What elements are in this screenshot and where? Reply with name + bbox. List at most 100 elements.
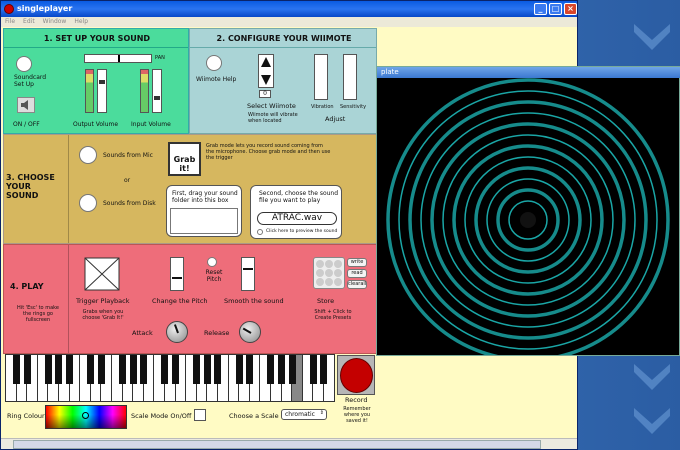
change-pitch-label: Change the Pitch: [152, 297, 208, 305]
soundcard-button[interactable]: [16, 56, 32, 72]
reset-pitch-button[interactable]: [207, 257, 217, 267]
black-key[interactable]: [267, 355, 275, 384]
black-key[interactable]: [87, 355, 95, 384]
wiimote-index-field[interactable]: 0: [259, 90, 271, 98]
black-key[interactable]: [161, 355, 169, 384]
ring-colour-picker[interactable]: [45, 405, 127, 429]
scrollbar-thumb[interactable]: [13, 440, 541, 449]
speaker-toggle[interactable]: [17, 97, 35, 113]
black-key[interactable]: [140, 355, 148, 384]
sensitivity-label: Sensitivity: [340, 104, 367, 110]
black-key[interactable]: [172, 355, 179, 384]
record-button[interactable]: [337, 355, 375, 395]
sound-setup-panel: 1. SET UP YOUR SOUND Soundcard Set Up ON…: [3, 28, 189, 134]
pitch-slider[interactable]: [170, 257, 184, 291]
scale-mode-label: Scale Mode On/Off: [131, 412, 192, 420]
wiimote-heading: 2. CONFIGURE YOUR WIIMOTE: [216, 34, 352, 43]
sensitivity-slider[interactable]: [343, 54, 357, 100]
wiimote-help-label: Wiimote Help: [196, 76, 237, 83]
up-down-arrows-icon: [261, 57, 271, 85]
preview-radio[interactable]: [257, 229, 263, 235]
sound-folder-drop-box[interactable]: First, drag your sound folder into this …: [166, 185, 242, 237]
sounds-from-disk-radio[interactable]: [79, 194, 97, 212]
pan-slider[interactable]: [84, 54, 152, 63]
black-key[interactable]: [97, 355, 105, 384]
black-key[interactable]: [309, 355, 317, 384]
wiimote-help-button[interactable]: [206, 55, 222, 71]
black-key[interactable]: [44, 355, 52, 384]
choose-sound-heading: 3. CHOOSE YOUR SOUND: [6, 173, 55, 200]
ring-colour-label: Ring Colour: [7, 412, 45, 420]
release-knob[interactable]: [239, 321, 261, 343]
black-key[interactable]: [23, 355, 31, 384]
black-key[interactable]: [66, 355, 73, 384]
grab-note: Grab mode lets you record sound coming f…: [206, 143, 331, 161]
output-volume-label: Output Volume: [73, 121, 119, 128]
onoff-label: ON / OFF: [13, 121, 40, 128]
sounds-from-disk-label: Sounds from Disk: [103, 200, 156, 207]
minimize-button[interactable]: _: [534, 3, 547, 15]
esc-note: Hit 'Esc' to make the rings go fullscree…: [17, 305, 59, 323]
sound-file-field[interactable]: ATRAC.wav: [257, 212, 337, 225]
store-label: Store: [317, 297, 335, 305]
read-button[interactable]: read: [347, 269, 367, 278]
wiimote-note: Wiimote will vibrate when located: [248, 112, 298, 124]
trigger-playback-button[interactable]: [84, 257, 120, 291]
remember-note: Remember where you saved it!: [343, 406, 371, 424]
store-note: Shift + Click to Create Presets: [314, 309, 352, 321]
black-key[interactable]: [193, 355, 201, 384]
output-volume-slider[interactable]: [97, 69, 107, 113]
smooth-label: Smooth the sound: [224, 297, 284, 305]
preview-label: Click here to preview the sound: [266, 229, 338, 234]
second-instruction: Second, choose the sound file you want t…: [259, 190, 339, 204]
menu-edit[interactable]: Edit: [23, 18, 35, 26]
black-key[interactable]: [320, 355, 328, 384]
select-arrows-icon: ⇕: [319, 410, 324, 416]
vibration-slider[interactable]: [314, 54, 328, 100]
wiimote-select-stepper[interactable]: [258, 54, 274, 88]
horizontal-scrollbar[interactable]: [1, 438, 577, 449]
preset-store-grid[interactable]: [313, 257, 345, 289]
window-titlebar[interactable]: singleplayer _ □ ×: [1, 1, 577, 17]
black-key[interactable]: [288, 355, 296, 384]
play-heading: 4. PLAY: [10, 282, 44, 291]
choose-sound-panel: 3. CHOOSE YOUR SOUND Sounds from Mic or …: [3, 134, 377, 244]
menubar: File Edit Window Help: [1, 17, 577, 27]
desktop-arrow-icon: [634, 24, 670, 50]
input-volume-slider[interactable]: [152, 69, 162, 113]
plate-title: plate: [377, 67, 680, 78]
black-key[interactable]: [214, 355, 222, 384]
scale-select-value: chromatic: [285, 411, 315, 418]
vibration-label: Vibration: [311, 104, 334, 110]
piano-keyboard[interactable]: [5, 354, 335, 402]
write-button[interactable]: write: [347, 258, 367, 267]
smooth-slider[interactable]: [241, 257, 255, 291]
menu-window[interactable]: Window: [43, 18, 67, 26]
menu-help[interactable]: Help: [74, 18, 88, 26]
sounds-from-mic-radio[interactable]: [79, 146, 97, 164]
or-label: or: [124, 177, 131, 184]
plate-window: plate: [376, 66, 680, 356]
grab-it-button[interactable]: Grab it!: [168, 142, 201, 176]
sounds-from-mic-label: Sounds from Mic: [103, 152, 153, 159]
speaker-icon: [21, 100, 28, 110]
attack-knob[interactable]: [166, 321, 188, 343]
black-key[interactable]: [278, 355, 285, 384]
colour-picker-handle[interactable]: [82, 412, 89, 419]
black-key[interactable]: [119, 355, 126, 384]
clear-all-button[interactable]: clearall: [347, 280, 367, 289]
maximize-button[interactable]: □: [549, 3, 562, 15]
scale-mode-toggle[interactable]: [194, 409, 206, 421]
first-instruction: First, drag your sound folder into this …: [172, 190, 238, 204]
black-key[interactable]: [55, 355, 63, 384]
black-key[interactable]: [235, 355, 243, 384]
black-key[interactable]: [246, 355, 254, 384]
release-label: Release: [204, 329, 230, 337]
menu-file[interactable]: File: [5, 18, 15, 26]
scale-select[interactable]: chromatic ⇕: [281, 409, 327, 420]
black-key[interactable]: [13, 355, 20, 384]
record-icon: [340, 358, 373, 393]
black-key[interactable]: [129, 355, 137, 384]
black-key[interactable]: [203, 355, 211, 384]
close-button[interactable]: ×: [564, 3, 577, 15]
